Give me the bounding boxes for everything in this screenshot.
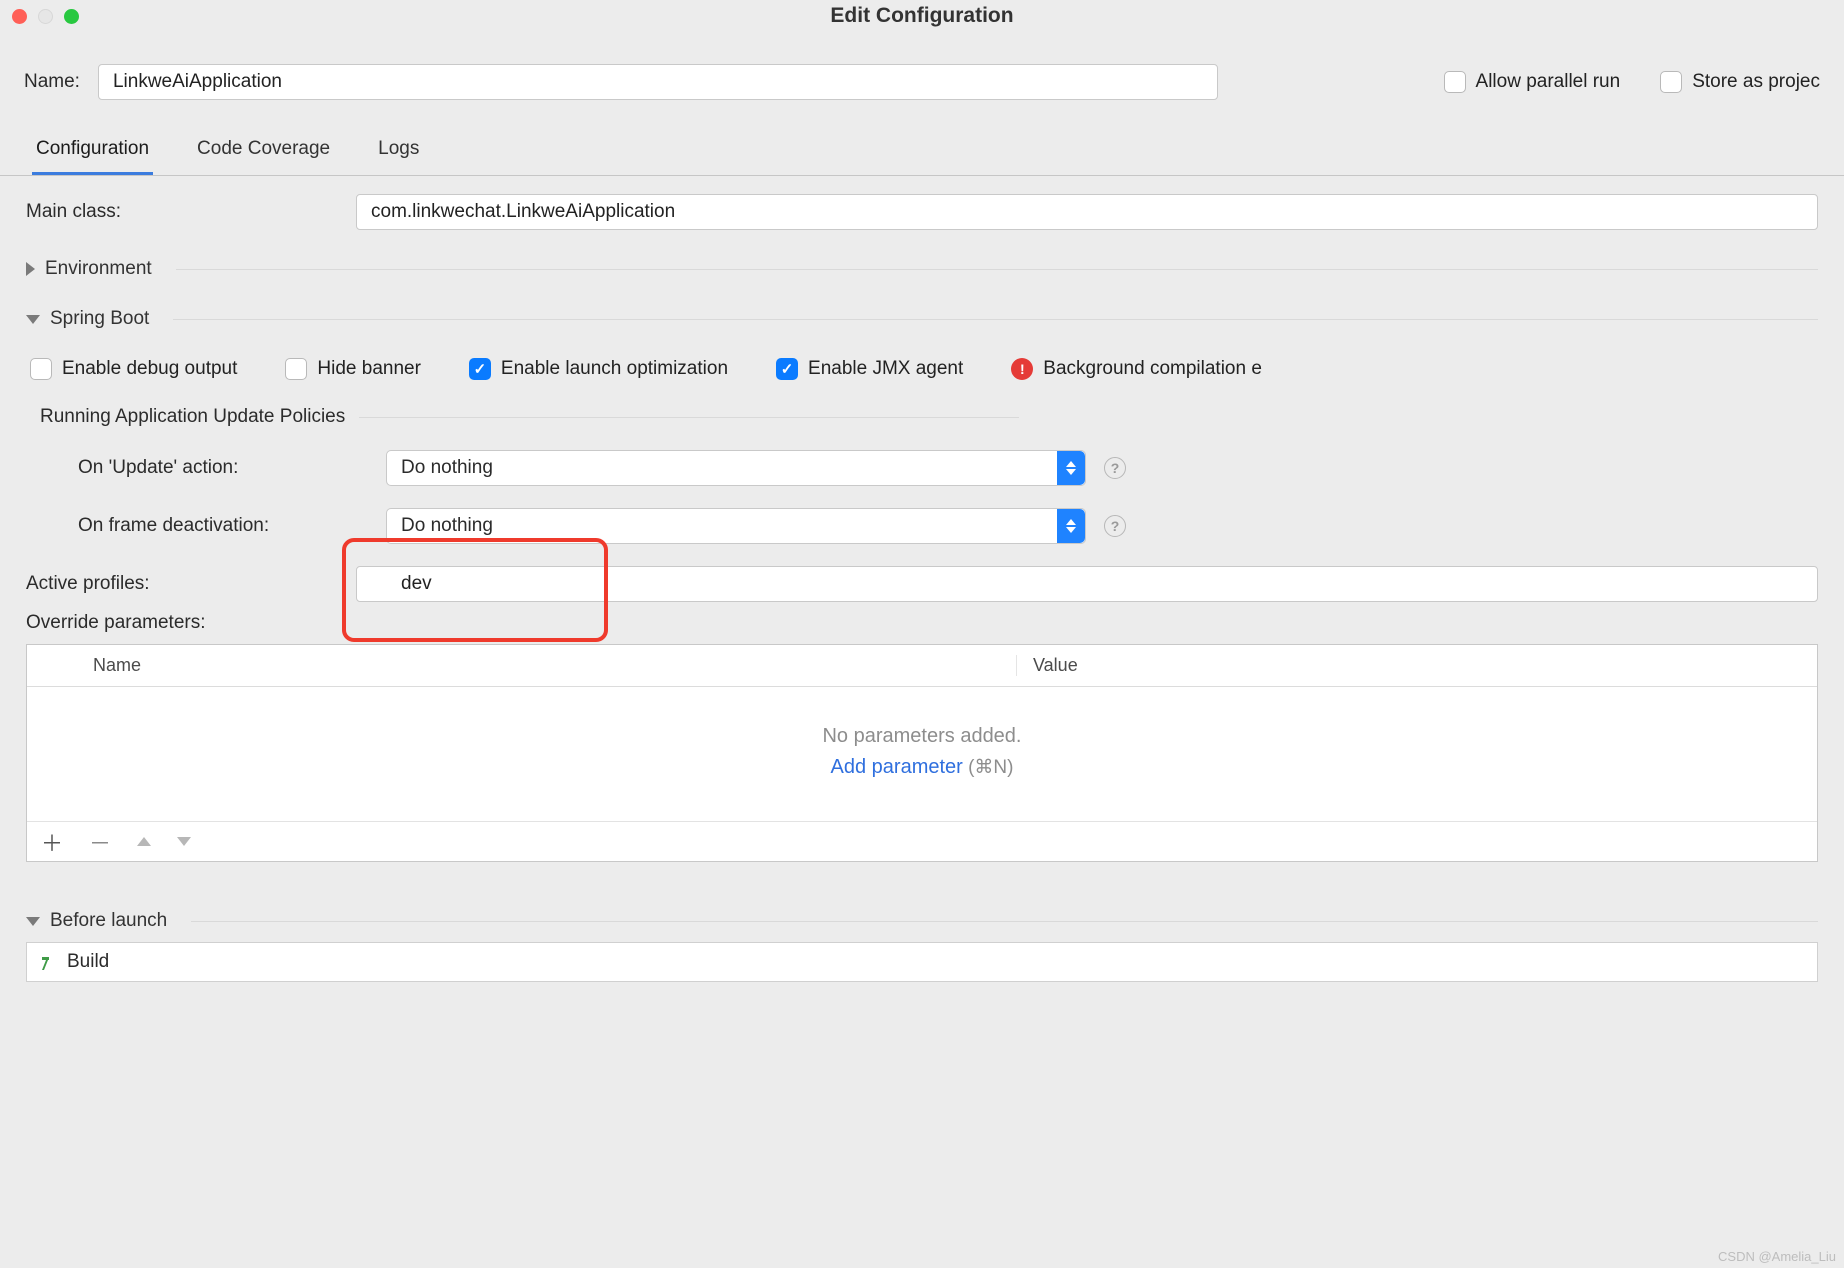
before-launch-item-build[interactable]: Build — [26, 942, 1818, 982]
help-icon[interactable]: ? — [1104, 515, 1126, 537]
active-profiles-input[interactable] — [356, 566, 1818, 602]
update-policies-title: Running Application Update Policies — [40, 406, 345, 428]
name-input[interactable] — [98, 64, 1218, 100]
on-update-action-label: On 'Update' action: — [78, 457, 368, 479]
allow-parallel-run-checkbox[interactable]: Allow parallel run — [1444, 71, 1621, 93]
store-as-project-label: Store as projec — [1692, 71, 1820, 93]
move-down-button — [177, 837, 191, 846]
tab-code-coverage[interactable]: Code Coverage — [193, 124, 334, 175]
error-icon: ! — [1011, 358, 1033, 380]
before-launch-label: Before launch — [50, 910, 167, 932]
spring-boot-label: Spring Boot — [50, 308, 149, 330]
checkbox-icon — [1660, 71, 1682, 93]
separator — [359, 417, 1019, 418]
window-title: Edit Configuration — [0, 4, 1844, 28]
override-parameters-label: Override parameters: — [26, 612, 206, 633]
no-parameters-hint: No parameters added. — [27, 725, 1817, 748]
add-parameter-shortcut: (⌘N) — [963, 757, 1014, 778]
spring-boot-section[interactable]: Spring Boot — [26, 308, 1818, 330]
remove-button: － — [89, 826, 111, 858]
main-class-label: Main class: — [26, 201, 356, 223]
on-frame-deactivation-value: Do nothing — [401, 515, 493, 537]
checkbox-checked-icon — [776, 358, 798, 380]
chevron-down-icon — [26, 917, 40, 926]
enable-debug-output-checkbox[interactable]: Enable debug output — [30, 358, 237, 380]
active-profiles-label: Active profiles: — [26, 573, 246, 595]
enable-launch-optimization-label: Enable launch optimization — [501, 358, 728, 380]
column-name-header[interactable]: Name — [77, 655, 1017, 676]
enable-launch-optimization-checkbox[interactable]: Enable launch optimization — [469, 358, 728, 380]
checkbox-icon — [1444, 71, 1466, 93]
separator — [191, 921, 1818, 922]
checkbox-checked-icon — [469, 358, 491, 380]
separator — [173, 319, 1818, 320]
store-as-project-checkbox[interactable]: Store as projec — [1660, 71, 1820, 93]
allow-parallel-run-label: Allow parallel run — [1476, 71, 1621, 93]
main-class-input[interactable] — [356, 194, 1818, 230]
move-up-button — [137, 837, 151, 846]
add-button[interactable]: ＋ — [41, 826, 63, 858]
add-parameter-link[interactable]: Add parameter — [831, 756, 963, 778]
watermark: CSDN @Amelia_Liu — [1718, 1249, 1836, 1264]
background-compilation-label: Background compilation e — [1043, 358, 1262, 380]
minimize-icon — [38, 9, 53, 24]
separator — [176, 269, 1818, 270]
before-launch-section[interactable]: Before launch — [26, 910, 1818, 932]
chevron-down-icon — [26, 315, 40, 324]
enable-jmx-agent-checkbox[interactable]: Enable JMX agent — [776, 358, 963, 380]
before-launch-item-label: Build — [67, 951, 109, 973]
hammer-icon — [39, 953, 57, 971]
stepper-icon — [1057, 451, 1085, 485]
on-update-action-select[interactable]: Do nothing — [386, 450, 1086, 486]
name-label: Name: — [24, 71, 80, 93]
chevron-right-icon — [26, 262, 35, 276]
checkbox-icon — [30, 358, 52, 380]
enable-jmx-agent-label: Enable JMX agent — [808, 358, 963, 380]
tab-configuration[interactable]: Configuration — [32, 124, 153, 175]
environment-section[interactable]: Environment — [26, 258, 1818, 280]
checkbox-icon — [285, 358, 307, 380]
on-frame-deactivation-select[interactable]: Do nothing — [386, 508, 1086, 544]
override-parameters-table: Name Value No parameters added. Add para… — [26, 644, 1818, 862]
close-icon[interactable] — [12, 9, 27, 24]
stepper-icon — [1057, 509, 1085, 543]
zoom-icon[interactable] — [64, 9, 79, 24]
tab-logs[interactable]: Logs — [374, 124, 423, 175]
on-frame-deactivation-label: On frame deactivation: — [78, 515, 368, 537]
column-value-header[interactable]: Value — [1017, 655, 1817, 676]
help-icon[interactable]: ? — [1104, 457, 1126, 479]
enable-debug-output-label: Enable debug output — [62, 358, 237, 380]
hide-banner-checkbox[interactable]: Hide banner — [285, 358, 421, 380]
on-update-action-value: Do nothing — [401, 457, 493, 479]
environment-label: Environment — [45, 258, 152, 280]
hide-banner-label: Hide banner — [317, 358, 421, 380]
